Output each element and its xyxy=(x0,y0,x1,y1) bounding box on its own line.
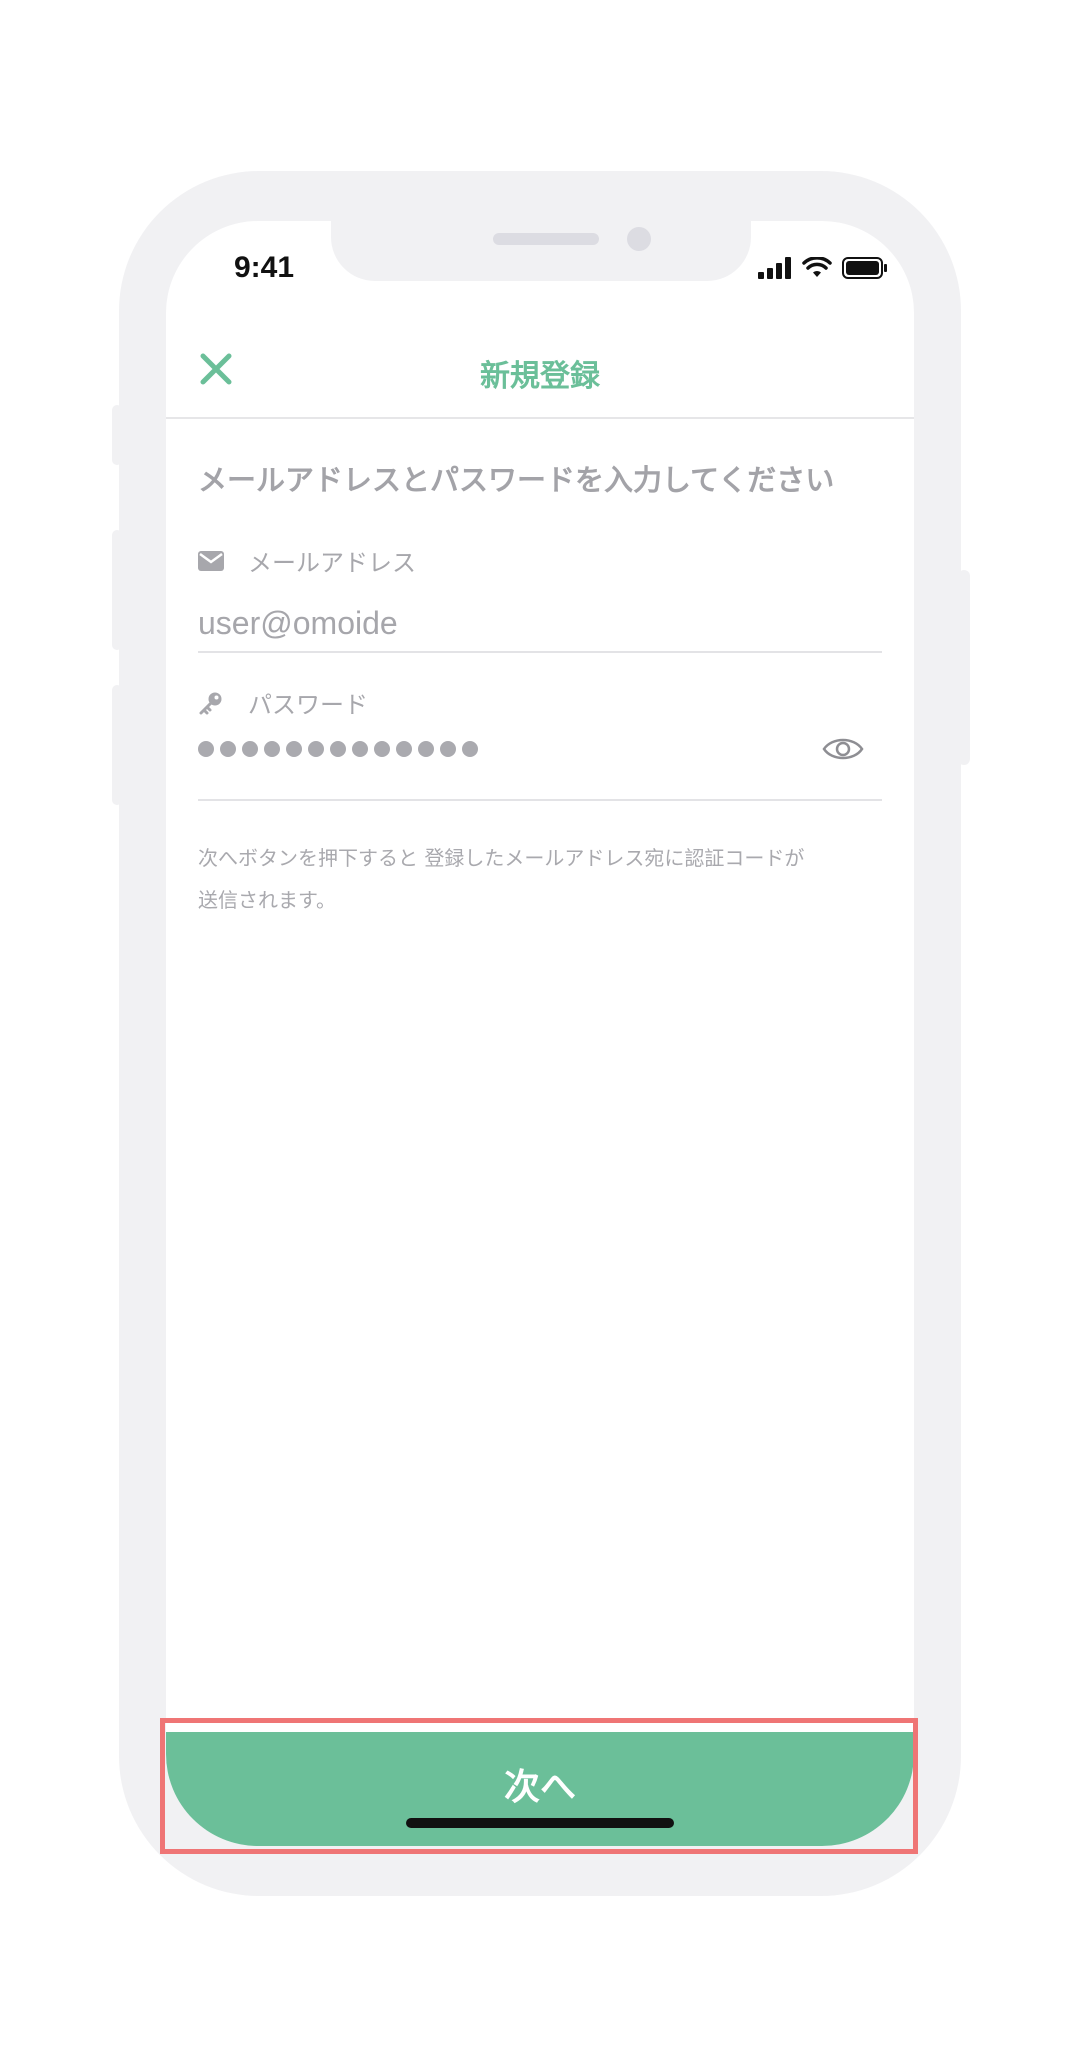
password-mask-dot xyxy=(418,741,434,757)
page-title: 新規登録 xyxy=(480,359,600,394)
battery-icon xyxy=(842,257,887,279)
eye-icon xyxy=(822,738,864,760)
password-mask-dot xyxy=(462,741,478,757)
password-mask-dot xyxy=(440,741,456,757)
password-underline xyxy=(198,799,882,801)
key-icon xyxy=(199,692,222,714)
signal-icon xyxy=(758,257,791,279)
instruction-text: メールアドレスとパスワードを入力してください xyxy=(198,463,835,497)
status-time: 9:41 xyxy=(234,251,295,284)
info-note-line: 送信されます。 xyxy=(198,888,336,912)
password-input[interactable] xyxy=(198,741,478,757)
email-label-row: メールアドレス xyxy=(198,543,416,578)
password-mask-dot xyxy=(352,741,368,757)
camera-icon xyxy=(627,227,651,251)
email-label: メールアドレス xyxy=(248,549,416,577)
speaker-grille xyxy=(493,233,599,245)
password-label: パスワード xyxy=(248,691,368,719)
password-mask-dot xyxy=(286,741,302,757)
password-mask-dot xyxy=(198,741,214,757)
email-input[interactable] xyxy=(198,595,882,653)
password-label-row: パスワード xyxy=(198,685,368,720)
navigation-bar: 新規登録 xyxy=(166,321,914,419)
password-mask-dot xyxy=(396,741,412,757)
app-screen: 9:41 新規登録 メールアドレスとパスワードを入力してください メールアドレス… xyxy=(166,221,914,1846)
device-notch xyxy=(331,221,751,281)
password-mask-dot xyxy=(330,741,346,757)
info-note: 次へボタンを押下すると 登録したメールアドレス宛に認証コードが 送信されます。 xyxy=(198,837,898,921)
password-mask-dot xyxy=(308,741,324,757)
toggle-password-visibility-button[interactable] xyxy=(821,731,865,767)
info-note-line: 次へボタンを押下すると 登録したメールアドレス宛に認証コードが xyxy=(198,846,805,870)
password-mask-dot xyxy=(220,741,236,757)
device-frame: 9:41 新規登録 メールアドレスとパスワードを入力してください メールアドレス… xyxy=(119,171,961,1896)
password-mask-dot xyxy=(264,741,280,757)
highlight-box xyxy=(160,1718,918,1854)
wifi-icon xyxy=(802,257,832,277)
mail-icon xyxy=(198,550,224,571)
password-mask-dot xyxy=(374,741,390,757)
password-mask-dot xyxy=(242,741,258,757)
status-icons xyxy=(758,257,888,279)
